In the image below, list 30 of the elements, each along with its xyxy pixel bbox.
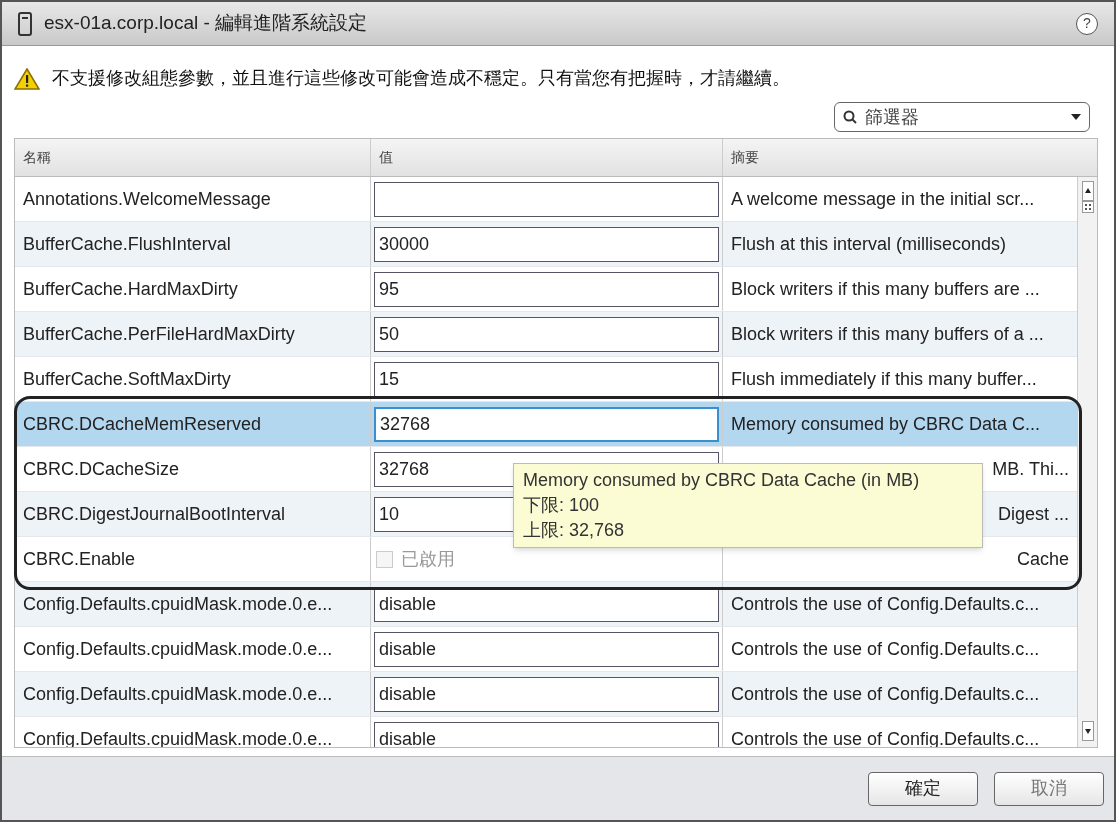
setting-summary: Block writers if this many buffers of a ... bbox=[731, 322, 1044, 346]
setting-summary: Block writers if this many buffers are ... bbox=[731, 277, 1040, 301]
setting-summary: MB. Thi... bbox=[991, 457, 1069, 481]
setting-summary: Digest ... bbox=[996, 502, 1069, 526]
setting-name: CBRC.DCacheSize bbox=[23, 457, 180, 481]
window-title: esx-01a.corp.local - 編輯進階系統設定 bbox=[44, 11, 368, 36]
setting-name: Config.Defaults.cpuidMask.mode.0.e... bbox=[23, 682, 333, 706]
setting-summary: Cache bbox=[1015, 547, 1069, 571]
tooltip-text: Memory consumed by CBRC Data Cache (in MB) bbox=[523, 469, 921, 492]
tooltip-text: 下限: 100 bbox=[523, 494, 601, 517]
setting-name: CBRC.DigestJournalBootInterval bbox=[23, 502, 286, 526]
checkbox-label: 已啟用 bbox=[401, 547, 455, 571]
setting-summary: Flush immediately if this many buffer... bbox=[731, 367, 1037, 391]
setting-name: BufferCache.FlushInterval bbox=[23, 232, 231, 256]
setting-name: CBRC.DCacheMemReserved bbox=[23, 412, 262, 436]
setting-name: BufferCache.SoftMaxDirty bbox=[23, 367, 231, 391]
setting-summary: Flush at this interval (milliseconds) bbox=[731, 232, 1007, 256]
setting-name: CBRC.Enable bbox=[23, 547, 136, 571]
setting-summary: A welcome message in the initial scr... bbox=[731, 187, 1035, 211]
warning-message: 不支援修改組態參數，並且進行這些修改可能會造成不穩定。只有當您有把握時，才請繼續。 bbox=[52, 67, 790, 90]
setting-summary: Controls the use of Config.Defaults.c... bbox=[731, 682, 1040, 706]
setting-summary: Controls the use of Config.Defaults.c... bbox=[731, 592, 1040, 616]
setting-summary: Controls the use of Config.Defaults.c... bbox=[731, 637, 1040, 661]
setting-name: Config.Defaults.cpuidMask.mode.0.e... bbox=[23, 592, 333, 616]
setting-name: BufferCache.HardMaxDirty bbox=[23, 277, 238, 301]
setting-name: BufferCache.PerFileHardMaxDirty bbox=[23, 322, 295, 346]
setting-name: Config.Defaults.cpuidMask.mode.0.e... bbox=[23, 637, 333, 661]
setting-summary: Memory consumed by CBRC Data C... bbox=[731, 412, 1041, 436]
filter-placeholder: 篩選器 bbox=[865, 105, 920, 129]
setting-name: Annotations.WelcomeMessage bbox=[23, 187, 271, 211]
